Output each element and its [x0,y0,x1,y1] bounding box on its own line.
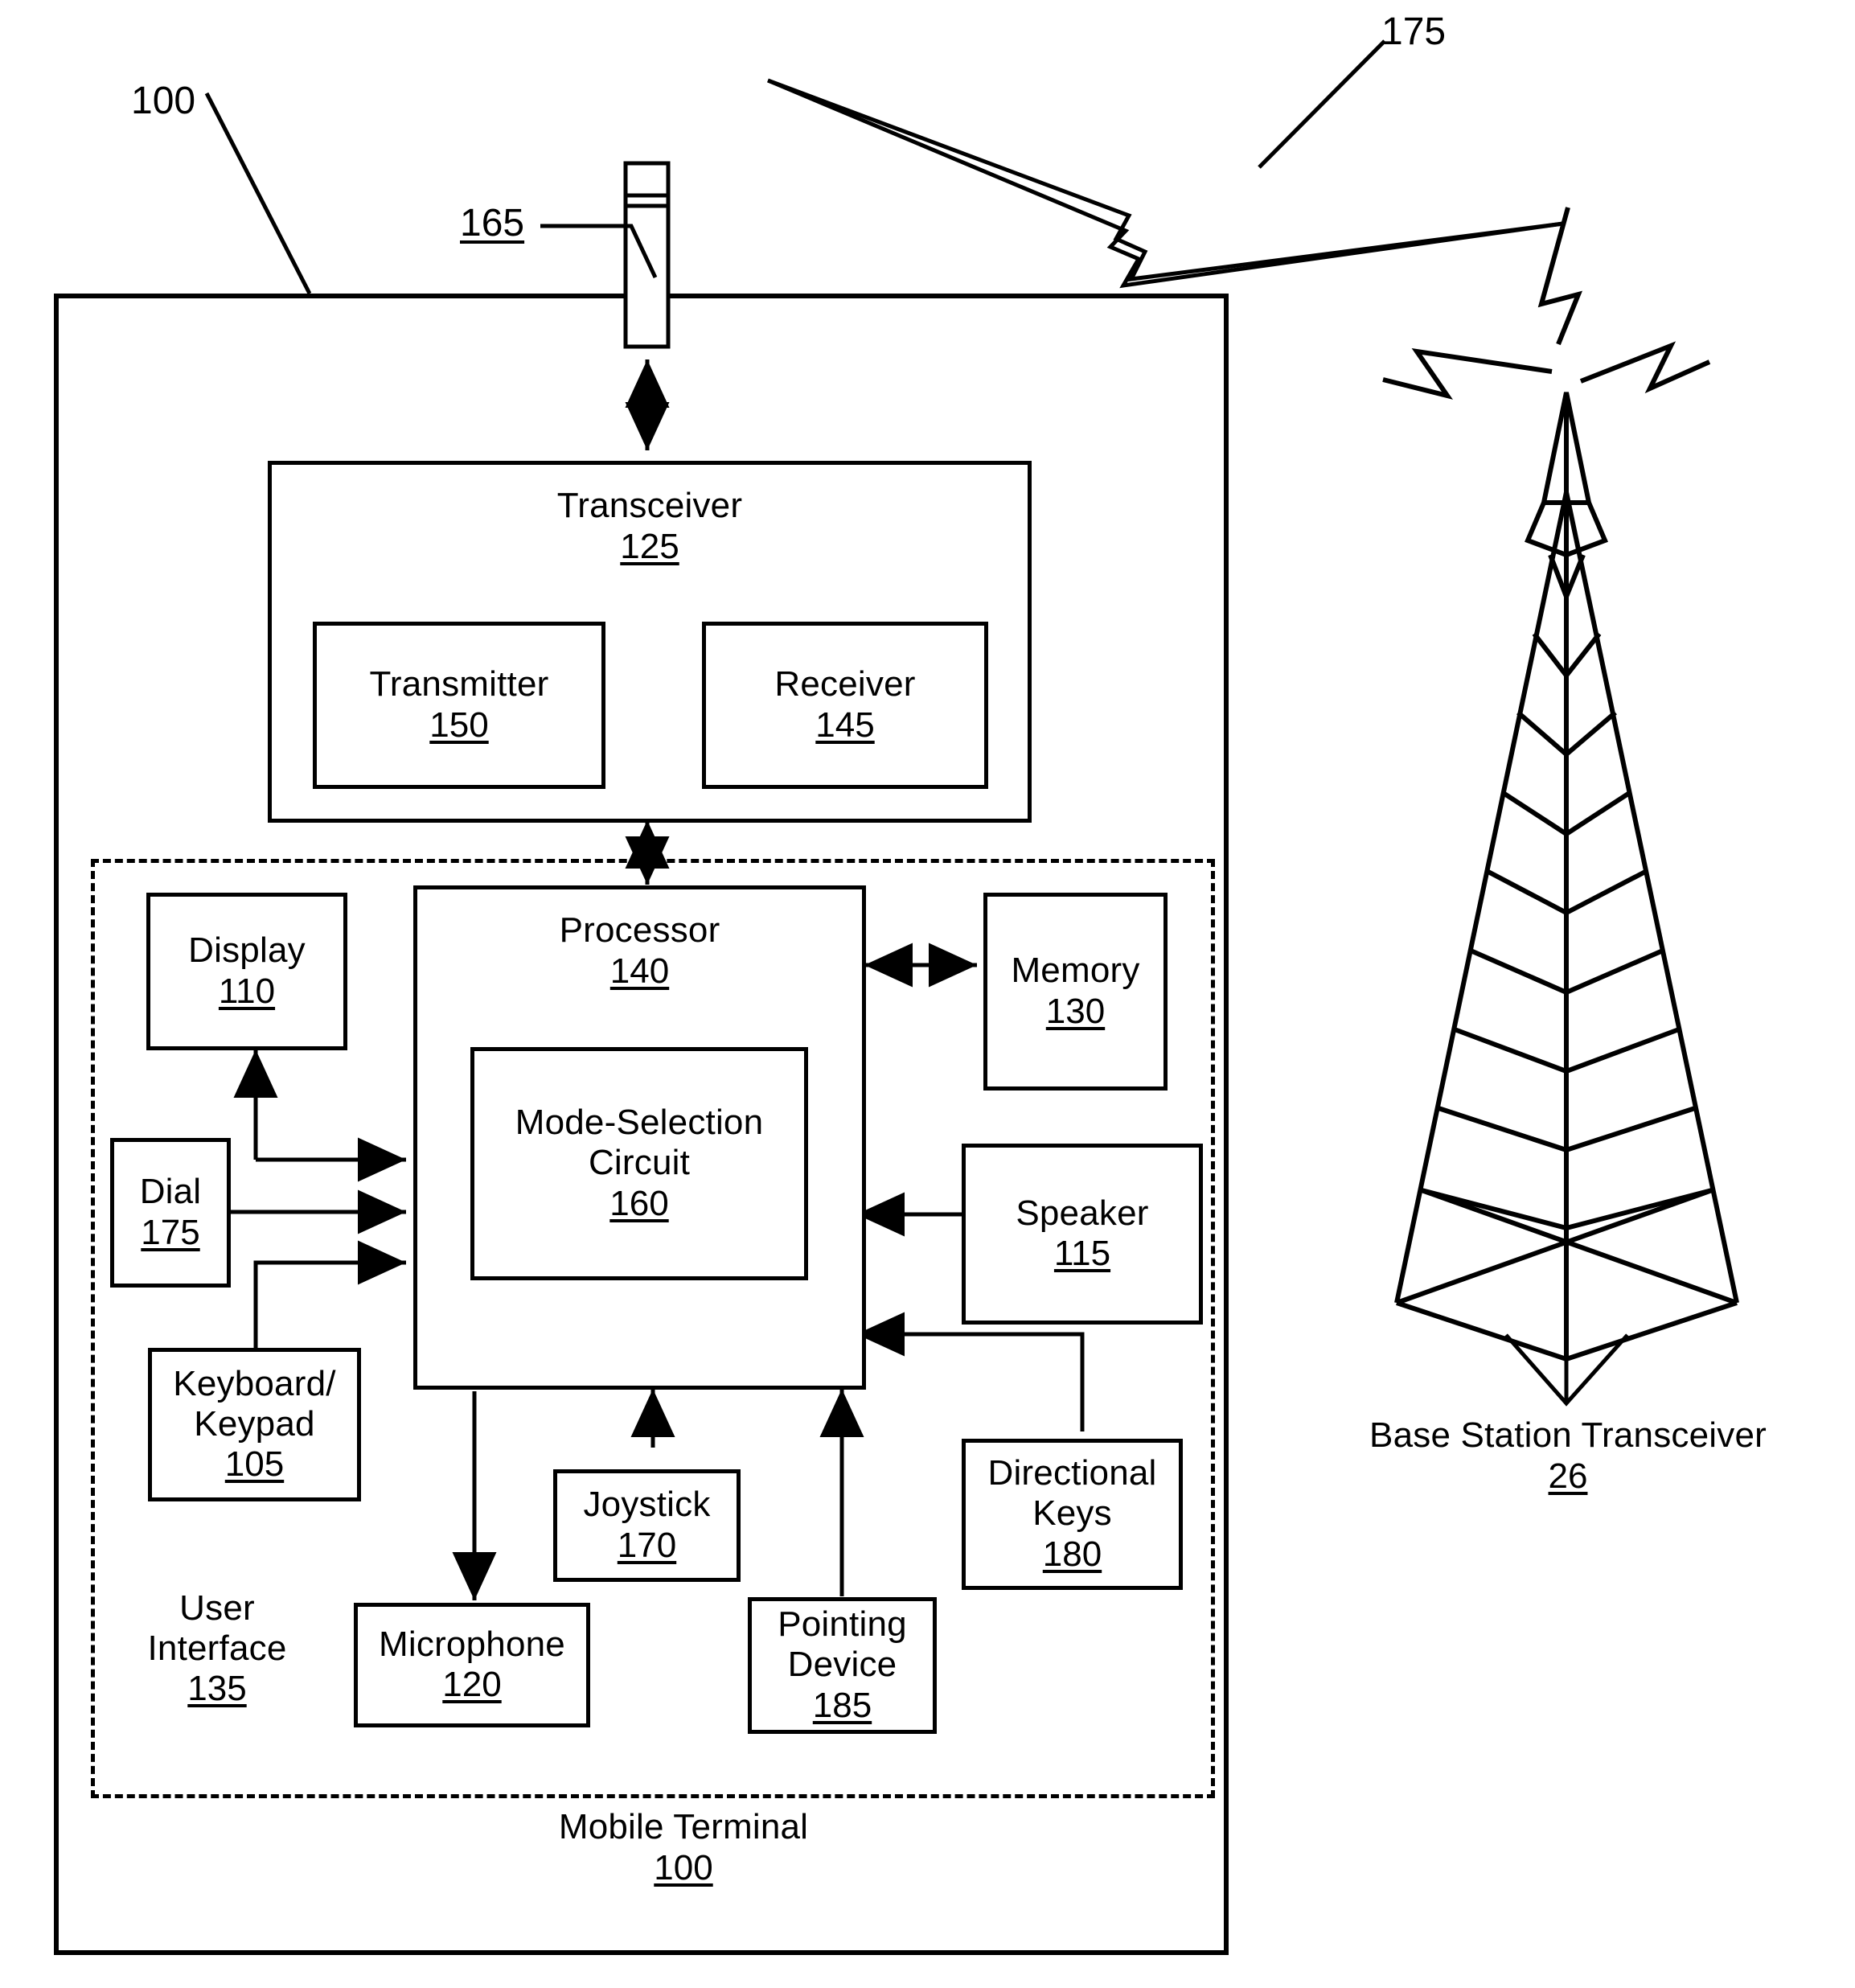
callout-100: 100 [131,80,196,122]
block-joystick-label: Joystick [583,1485,711,1525]
block-transceiver-number: 125 [620,526,679,566]
block-transmitter-number: 150 [429,704,489,745]
block-pointing-device[interactable]: Pointing Device 185 [748,1597,937,1734]
block-transceiver-label: Transceiver [556,486,743,525]
region-mobile-terminal-text: Mobile Terminal [558,1807,809,1846]
base-station-transceiver-number: 26 [1548,1456,1588,1496]
block-memory-label: Memory [1011,951,1140,991]
region-mobile-terminal-number: 100 [654,1847,713,1887]
block-dial[interactable]: Dial 175 [110,1138,231,1288]
callout-175: 175 [1381,10,1447,53]
region-mobile-terminal-label: Mobile Terminal 100 [499,1807,868,1889]
block-receiver-number: 145 [815,704,875,745]
patent-figure-page: Transceiver 125 Transmitter 150 Receiver… [0,0,1855,1988]
block-joystick[interactable]: Joystick 170 [553,1469,741,1582]
region-user-interface-number: 135 [187,1669,247,1709]
block-directional-keys[interactable]: Directional Keys 180 [962,1439,1183,1590]
block-receiver-label: Receiver [774,664,916,704]
block-display-number: 110 [218,971,276,1011]
block-mode-selection-circuit-number: 160 [609,1183,669,1223]
block-speaker-label: Speaker [1016,1193,1149,1233]
block-keyboard-keypad[interactable]: Keyboard/ Keypad 105 [148,1348,361,1501]
block-display[interactable]: Display 110 [146,893,347,1050]
block-microphone-number: 120 [442,1665,502,1705]
block-mode-selection-circuit[interactable]: Mode-Selection Circuit 160 [470,1047,808,1280]
block-dial-number: 175 [141,1212,200,1252]
base-station-transceiver-text: Base Station Transceiver [1369,1415,1767,1455]
block-keyboard-keypad-label: Keyboard/ Keypad [173,1363,336,1444]
block-transmitter[interactable]: Transmitter 150 [313,622,605,789]
block-receiver[interactable]: Receiver 145 [702,622,988,789]
block-display-label: Display [188,930,306,971]
block-dial-label: Dial [139,1172,202,1212]
block-speaker-number: 115 [1053,1234,1111,1274]
block-memory-number: 130 [1045,991,1106,1031]
block-transmitter-label: Transmitter [369,664,549,704]
block-microphone[interactable]: Microphone 120 [354,1603,590,1727]
callout-165: 165 [460,202,525,244]
base-station-transceiver-label: Base Station Transceiver 26 [1315,1415,1821,1497]
block-processor-number: 140 [609,951,670,991]
block-joystick-number: 170 [617,1525,677,1565]
block-directional-keys-number: 180 [1042,1534,1102,1574]
block-speaker[interactable]: Speaker 115 [962,1144,1203,1325]
block-directional-keys-label: Directional Keys [987,1453,1157,1534]
block-processor-label: Processor [559,910,720,950]
block-keyboard-keypad-number: 105 [224,1444,285,1485]
region-user-interface-label: User Interface 135 [109,1588,326,1710]
block-pointing-device-label: Pointing Device [778,1604,907,1685]
block-pointing-device-number: 185 [812,1685,872,1725]
block-mode-selection-circuit-label: Mode-Selection Circuit [515,1103,764,1183]
region-user-interface-text: User Interface [147,1588,287,1668]
block-memory[interactable]: Memory 130 [983,893,1168,1091]
block-microphone-label: Microphone [379,1624,565,1664]
